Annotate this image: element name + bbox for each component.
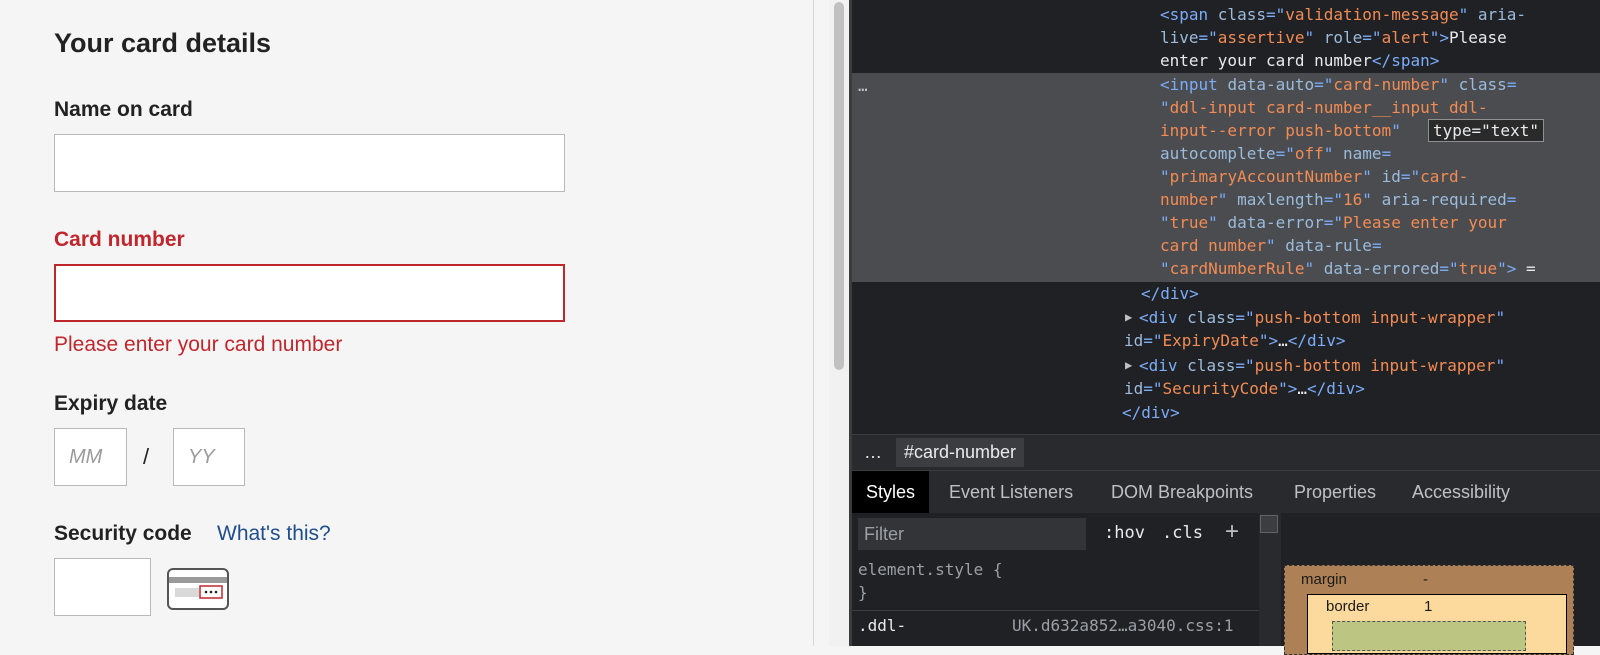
card-number-input[interactable]: [56, 266, 563, 320]
tab-properties[interactable]: Properties: [1280, 471, 1390, 513]
hov-toggle-button[interactable]: :hov: [1104, 523, 1145, 543]
code-line[interactable]: </div>: [1141, 282, 1600, 305]
code-line[interactable]: </div>: [1122, 401, 1600, 424]
security-code-label: Security code: [54, 522, 192, 545]
page-scrollbar[interactable]: [829, 0, 849, 646]
expiry-separator: /: [143, 444, 150, 469]
card-form-pane: Your card details Name on card Card numb…: [0, 0, 813, 646]
box-model-border-value[interactable]: 1: [1424, 598, 1432, 615]
card-security-code-icon: [167, 568, 229, 610]
code-line[interactable]: <div class="push-bottom input-wrapper": [1139, 306, 1600, 329]
expiry-year-input[interactable]: [174, 429, 244, 485]
box-model-border[interactable]: border 1: [1307, 594, 1567, 654]
tab-styles[interactable]: Styles: [852, 471, 930, 513]
page-title: Your card details: [54, 28, 272, 58]
code-line: live="assertive" role="alert">Please: [1160, 28, 1507, 47]
devtools-tabs: Styles Event Listeners DOM Breakpoints P…: [852, 470, 1600, 514]
expand-triangle-icon[interactable]: ▶: [1125, 310, 1132, 324]
card-number-error-message: Please enter your card number: [54, 333, 343, 356]
tab-accessibility[interactable]: Accessibility: [1398, 471, 1524, 513]
box-model-margin-label: margin: [1301, 571, 1347, 588]
new-style-rule-icon[interactable]: +: [1225, 518, 1239, 546]
expiry-year-field[interactable]: [173, 428, 245, 486]
breadcrumb-more-icon[interactable]: …: [864, 442, 882, 463]
expiry-date-label: Expiry date: [54, 392, 168, 415]
breadcrumb: … #card-number: [852, 434, 1600, 471]
devtools-panel: … <span class="validation-message" aria-…: [852, 0, 1600, 655]
box-model-padding[interactable]: [1332, 621, 1526, 651]
tab-dom-breakpoints[interactable]: DOM Breakpoints: [1097, 471, 1267, 513]
whats-this-link[interactable]: What's this?: [217, 522, 331, 546]
expiry-month-field[interactable]: [54, 428, 127, 486]
expand-triangle-icon[interactable]: ▶: [1125, 358, 1132, 372]
code-line: enter your card number</span>: [1160, 51, 1440, 70]
card-number-label: Card number: [54, 228, 185, 251]
element-style-close: }: [858, 583, 868, 602]
css-source-link[interactable]: UK.d632a852…a3040.css:1: [1012, 616, 1234, 635]
name-on-card-label: Name on card: [54, 98, 193, 121]
code-line[interactable]: "ddl-input card-number__input ddl-: [1160, 96, 1600, 119]
code-line[interactable]: "primaryAccountNumber" id="card-: [1160, 165, 1600, 188]
security-code-field[interactable]: [54, 558, 151, 616]
type-attribute-tooltip: type="text": [1428, 119, 1544, 142]
page-scrollbar-thumb[interactable]: [834, 2, 844, 370]
code-line: <span class="validation-message" aria-: [1160, 5, 1527, 24]
code-line[interactable]: id="SecurityCode">…</div>: [1124, 377, 1600, 400]
code-line[interactable]: id="ExpiryDate">…</div>: [1124, 329, 1600, 352]
code-line[interactable]: autocomplete="off" name=: [1160, 142, 1600, 165]
code-line[interactable]: <input data-auto="card-number" class=: [1160, 73, 1600, 96]
styles-pane: Filter :hov .cls + element.style { } .dd…: [852, 513, 1259, 646]
tab-event-listeners[interactable]: Event Listeners: [935, 471, 1087, 513]
element-style-rule[interactable]: element.style { }: [858, 558, 1003, 604]
cls-toggle-button[interactable]: .cls: [1162, 523, 1203, 543]
name-on-card-field[interactable]: [54, 134, 565, 192]
styles-filter-input[interactable]: Filter: [858, 518, 1086, 550]
box-model-margin[interactable]: margin - border 1: [1284, 565, 1574, 655]
node-more-icon[interactable]: …: [858, 76, 868, 95]
code-line[interactable]: card number" data-rule=: [1160, 234, 1600, 257]
rule-divider: [852, 610, 1259, 611]
card-number-field[interactable]: [54, 264, 565, 322]
breadcrumb-item-card-number[interactable]: #card-number: [896, 438, 1025, 467]
box-model-diagram: margin - border 1: [1281, 513, 1600, 655]
box-model-border-label: border: [1326, 598, 1370, 615]
security-code-input[interactable]: [55, 559, 150, 615]
box-model-margin-value[interactable]: -: [1423, 571, 1428, 588]
pane-divider[interactable]: [813, 0, 814, 646]
expiry-month-input[interactable]: [55, 429, 126, 485]
code-line[interactable]: number" maxlength="16" aria-required=: [1160, 188, 1600, 211]
element-style-open: element.style {: [858, 560, 1003, 579]
code-line[interactable]: "true" data-error="Please enter your: [1160, 211, 1600, 234]
scrollbar-thumb[interactable]: [1260, 515, 1278, 533]
code-line[interactable]: <div class="push-bottom input-wrapper": [1139, 354, 1600, 377]
styles-pane-scrollbar[interactable]: [1259, 513, 1281, 646]
name-on-card-input[interactable]: [55, 135, 564, 191]
css-rule-selector[interactable]: .ddl-: [858, 616, 906, 635]
code-line[interactable]: "cardNumberRule" data-errored="true"> =: [1160, 257, 1600, 280]
